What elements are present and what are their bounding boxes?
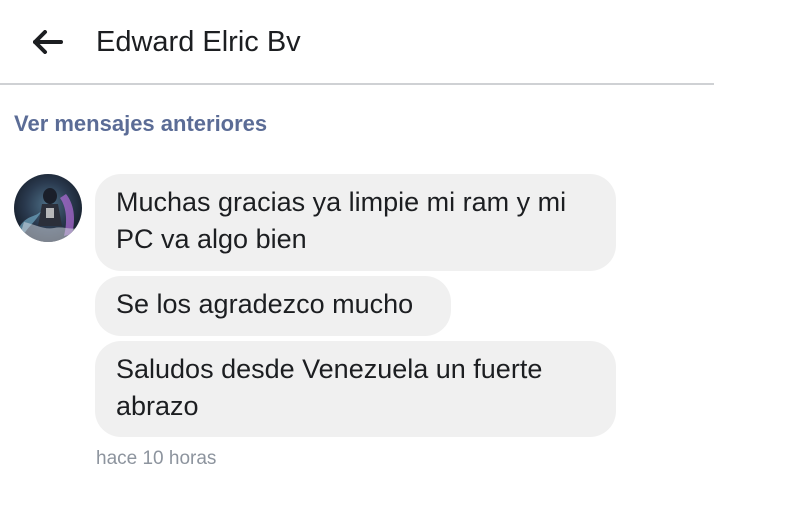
arrow-left-icon: [33, 30, 63, 54]
message-bubble[interactable]: Se los agradezco mucho: [95, 276, 451, 336]
avatar-image: [14, 174, 82, 242]
message-timestamp: hace 10 horas: [96, 448, 217, 469]
back-button[interactable]: [26, 20, 70, 64]
message-bubble[interactable]: Saludos desde Venezuela un fuerte abrazo: [95, 341, 616, 437]
message-bubble[interactable]: Muchas gracias ya limpie mi ram y mi PC …: [95, 174, 616, 271]
messenger-thread-page: Edward Elric Bv Ver mensajes anteriores …: [0, 0, 790, 528]
older-messages-link[interactable]: Ver mensajes anteriores: [14, 110, 267, 138]
avatar[interactable]: [14, 174, 82, 242]
thread-header: Edward Elric Bv: [0, 0, 714, 85]
conversation-title: Edward Elric Bv: [96, 26, 301, 58]
